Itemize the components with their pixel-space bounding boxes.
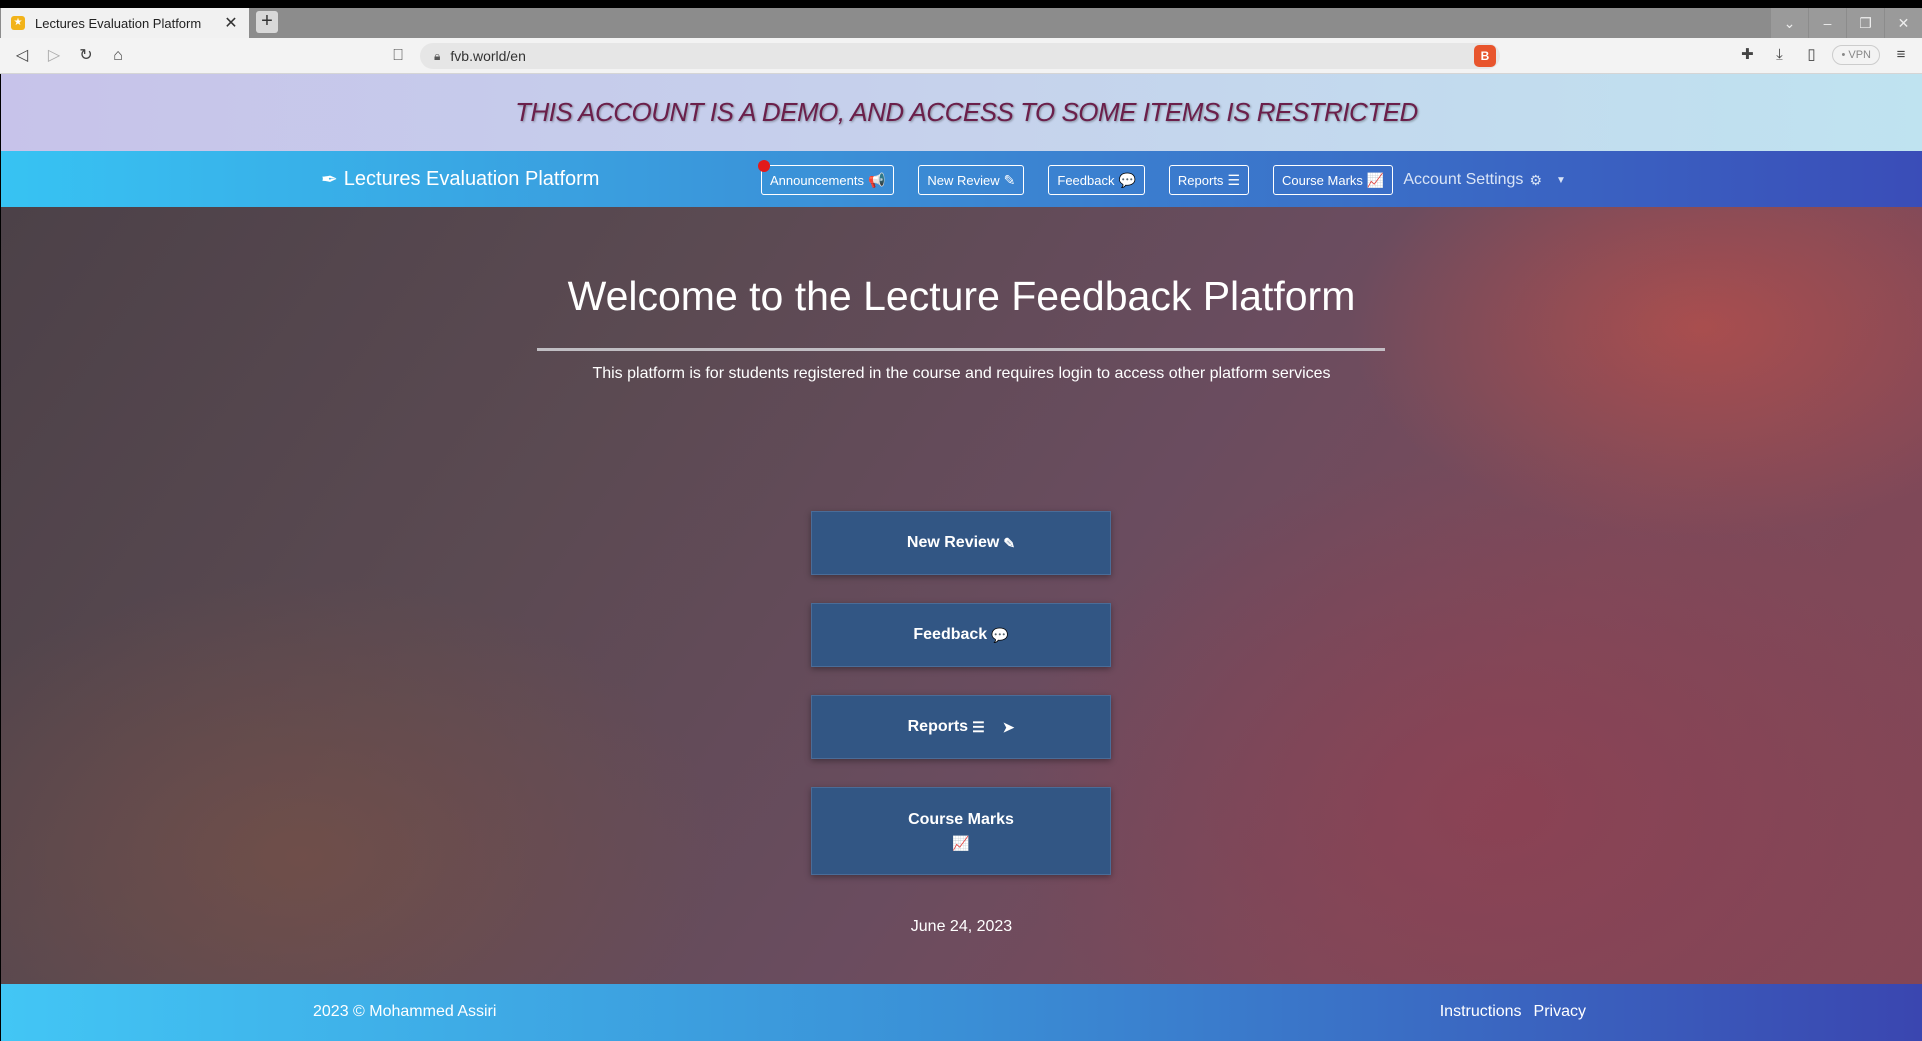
extensions-icon[interactable]: ✚ (1736, 44, 1758, 66)
vpn-badge[interactable]: • VPN (1832, 45, 1880, 65)
lock-icon: 🔒︎ (434, 48, 441, 63)
back-icon[interactable]: ◁ (12, 46, 32, 66)
browser-tab[interactable]: ★ Lectures Evaluation Platform ✕ (1, 8, 249, 38)
notification-dot (758, 160, 770, 172)
footer-copyright: 2023 © Mohammed Assiri (313, 1003, 497, 1020)
reports-button-label: Reports (907, 718, 969, 735)
paper-plane-icon: ➤ (1002, 718, 1015, 735)
tab-search-icon[interactable]: ⌄ (1770, 8, 1808, 38)
demo-banner-text: THIS ACCOUNT IS A DEMO, AND ACCESS TO SO… (515, 97, 1418, 127)
close-window-button[interactable]: ✕ (1884, 8, 1922, 38)
download-icon[interactable]: ⤓ (1768, 44, 1790, 66)
account-settings-label: Account Settings (1403, 171, 1524, 188)
nav-feedback-label: Feedback (1057, 172, 1115, 188)
brand-link[interactable]: ✒ Lectures Evaluation Platform (321, 167, 599, 192)
gears-icon: ⚙ (1529, 171, 1542, 188)
nav-announcements[interactable]: Announcements 📢 (758, 160, 895, 195)
feedback-button-label: Feedback (913, 626, 988, 643)
chart-line-icon: 📈 (1366, 171, 1385, 188)
reload-icon[interactable]: ↻ (76, 46, 96, 66)
bullhorn-icon: 📢 (867, 171, 886, 188)
toolbar-right: ✚ ⤓ ▯ • VPN ≡ (1736, 44, 1912, 66)
brand-text: Lectures Evaluation Platform (343, 168, 600, 190)
nav-course-marks[interactable]: Course Marks 📈 (1273, 165, 1394, 195)
current-date: June 24, 2023 (910, 918, 1013, 935)
nav-feedback[interactable]: Feedback 💬 (1048, 165, 1145, 195)
course-marks-button-label: Course Marks (908, 810, 1014, 828)
nav-reports[interactable]: Reports ☰ (1168, 165, 1249, 195)
nav-new-review-label: New Review (927, 172, 1000, 188)
menu-icon[interactable]: ≡ (1890, 44, 1912, 66)
browser-tabstrip: ★ Lectures Evaluation Platform ✕ + ⌄ – ❐… (0, 8, 1922, 38)
tab-title: Lectures Evaluation Platform (35, 15, 202, 31)
bookmark-icon[interactable]: ⎕ (388, 46, 408, 66)
footer: 2023 © Mohammed Assiri Instructions Priv… (1, 984, 1922, 1041)
favicon-icon: ★ (11, 16, 25, 30)
tab-close-icon[interactable]: ✕ (223, 13, 239, 33)
feather-icon: ✒ (321, 169, 338, 191)
new-review-button[interactable]: New Review ✎ (811, 511, 1111, 575)
course-marks-button[interactable]: Course Marks 📈 (811, 787, 1111, 875)
navbar: ✒ Lectures Evaluation Platform Announcem… (1, 151, 1922, 207)
sidebar-icon[interactable]: ▯ (1800, 44, 1822, 66)
list-icon: ☰ (1227, 171, 1240, 188)
new-review-button-label: New Review (906, 534, 1000, 551)
url-text[interactable]: fvb.world/en (450, 48, 1474, 64)
nav-course-marks-label: Course Marks (1282, 172, 1363, 188)
nav-items: Announcements 📢 New Review ✎ Feedback 💬 … (758, 160, 1566, 195)
demo-banner: THIS ACCOUNT IS A DEMO, AND ACCESS TO SO… (1, 74, 1922, 151)
list-icon: ☰ (972, 718, 985, 735)
page-subtitle: This platform is for students registered… (592, 365, 1331, 382)
forward-icon[interactable]: ▷ (44, 46, 64, 66)
browser-toolbar: ◁ ▷ ↻ ⌂ ⎕ 🔒︎ fvb.world/en ⇪ B ✚ ⤓ ▯ • VP… (0, 38, 1922, 74)
brave-shield-icon[interactable]: B (1474, 45, 1496, 67)
footer-links: Instructions Privacy (1440, 1003, 1586, 1021)
privacy-link[interactable]: Privacy (1534, 1003, 1586, 1021)
minimize-button[interactable]: – (1808, 8, 1846, 38)
feedback-button[interactable]: Feedback 💬 (811, 603, 1111, 667)
nav-reports-label: Reports (1177, 172, 1224, 188)
window-controls: ⌄ – ❐ ✕ (1770, 8, 1922, 38)
restore-button[interactable]: ❐ (1846, 8, 1884, 38)
caret-down-icon: ▼ (1556, 174, 1566, 186)
hero-section: Welcome to the Lecture Feedback Platform… (1, 207, 1922, 984)
title-divider (537, 348, 1385, 351)
page: THIS ACCOUNT IS A DEMO, AND ACCESS TO SO… (1, 74, 1922, 1041)
edit-icon: ✎ (1003, 171, 1016, 188)
edit-icon: ✎ (1003, 534, 1016, 551)
account-settings-dropdown[interactable]: Account Settings ⚙ ▼ (1403, 171, 1566, 189)
new-tab-button[interactable]: + (256, 11, 278, 33)
chart-line-icon: 📈 (952, 834, 970, 851)
comments-icon: 💬 (991, 626, 1009, 643)
page-title: Welcome to the Lecture Feedback Platform (567, 273, 1356, 319)
instructions-link[interactable]: Instructions (1440, 1003, 1522, 1021)
reports-button[interactable]: Reports ☰ ➤ (811, 695, 1111, 759)
address-bar[interactable]: 🔒︎ fvb.world/en ⇪ (420, 43, 1500, 69)
home-icon[interactable]: ⌂ (108, 46, 128, 66)
comments-icon: 💬 (1118, 171, 1136, 188)
nav-announcements-label: Announcements (770, 172, 864, 188)
nav-new-review[interactable]: New Review ✎ (918, 165, 1025, 195)
